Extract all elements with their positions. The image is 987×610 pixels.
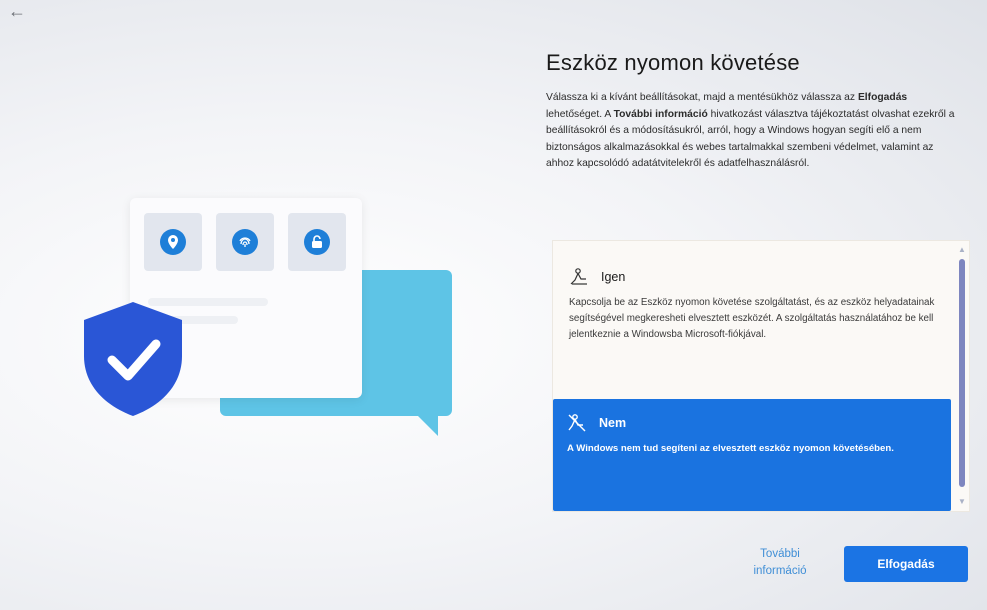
- location-pin-icon: [160, 229, 186, 255]
- description-text: Válassza ki a kívánt beállításokat, majd…: [546, 92, 858, 103]
- fingerprint-tile: [216, 213, 274, 271]
- more-info-link[interactable]: További információ: [732, 546, 828, 580]
- accept-button[interactable]: Elfogadás: [844, 546, 968, 582]
- option-yes-label: Igen: [601, 270, 626, 284]
- option-no-description: A Windows nem tud segíteni az elvesztett…: [567, 443, 894, 454]
- page-description: Válassza ki a kívánt beállításokat, majd…: [546, 90, 962, 173]
- page-title: Eszköz nyomon követése: [546, 50, 800, 75]
- scroll-up-icon[interactable]: ▲: [957, 245, 967, 255]
- scroll-down-icon[interactable]: ▼: [957, 497, 967, 507]
- scroll-thumb[interactable]: [959, 259, 965, 487]
- fingerprint-icon: [232, 229, 258, 255]
- option-yes[interactable]: Igen Kapcsolja be az Eszköz nyomon követ…: [553, 253, 951, 397]
- lock-icon: [304, 229, 330, 255]
- options-scrollbar[interactable]: ▲ ▼: [957, 245, 967, 507]
- lock-tile: [288, 213, 346, 271]
- location-tile: [144, 213, 202, 271]
- more-info-line: információ: [753, 565, 807, 577]
- oobe-screen: ← Eszköz nyomon követése Válassza ki a k…: [0, 0, 987, 610]
- shield-check-icon: [84, 302, 182, 416]
- option-no-label: Nem: [599, 416, 627, 430]
- description-text: lehetőséget. A: [546, 108, 614, 120]
- speech-bubble-tail: [414, 412, 438, 436]
- description-bold-more-info: További információ: [613, 108, 708, 120]
- back-arrow-icon: ←: [8, 0, 26, 21]
- content-panel: Eszköz nyomon követése Válassza ki a kív…: [546, 50, 962, 173]
- option-yes-description: Kapcsolja be az Eszköz nyomon követése s…: [569, 297, 935, 340]
- option-no[interactable]: Nem A Windows nem tud segíteni az elvesz…: [553, 399, 951, 511]
- illustration: [70, 190, 452, 440]
- options-list: Igen Kapcsolja be az Eszköz nyomon követ…: [552, 240, 970, 512]
- back-button[interactable]: ←: [4, 0, 30, 22]
- location-person-icon: [570, 268, 587, 285]
- description-bold-accept: Elfogadás: [857, 92, 908, 103]
- more-info-line: További: [760, 548, 800, 560]
- location-off-icon: [568, 414, 586, 432]
